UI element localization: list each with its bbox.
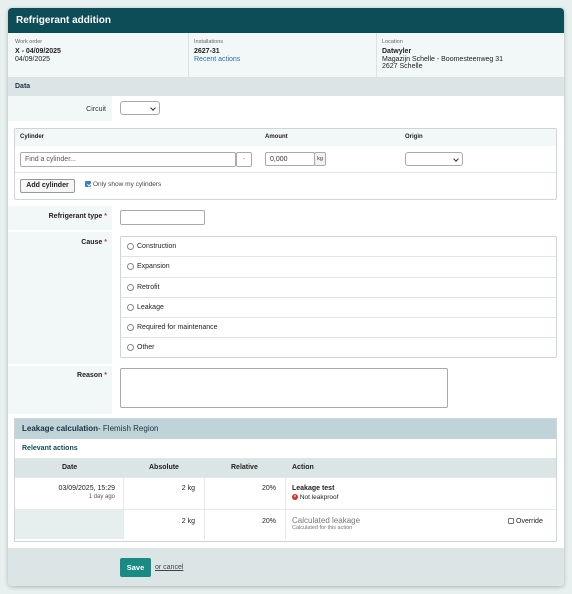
action-date: 03/09/2025, 15:29 — [58, 485, 115, 492]
page-title: Refrigerant addition — [8, 8, 564, 33]
location-block: Location Datwyler Magazijn Schelle - Boo… — [382, 39, 503, 70]
divider — [188, 33, 189, 77]
work-order-block: Work order X - 04/09/2025 04/09/2025 — [15, 39, 61, 63]
absolute-value: 2 kg — [181, 518, 195, 525]
save-button[interactable]: Save — [120, 558, 151, 577]
circuit-select[interactable] — [120, 101, 160, 115]
work-order-label: Work order — [15, 39, 43, 45]
refrigerant-type-row: Refrigerant type * — [8, 206, 564, 230]
cause-option[interactable]: Construction — [121, 237, 556, 258]
work-order-name: X - 04/09/2025 — [15, 48, 61, 55]
form-footer — [8, 548, 564, 586]
cause-option[interactable]: Leakage — [121, 298, 556, 319]
cause-option[interactable]: Other — [121, 338, 556, 358]
relative-value: 20% — [261, 485, 276, 492]
location-name: Datwyler — [382, 48, 412, 55]
override-checkbox[interactable] — [508, 518, 514, 525]
cylinder-header: Cylinder Amount Origin — [15, 129, 556, 146]
cause-label: Cause * — [81, 239, 107, 246]
calculated-leakage: Calculated leakage — [292, 516, 361, 525]
cause-option[interactable]: Retrofit — [121, 278, 556, 298]
col-amount: Amount — [265, 134, 288, 140]
relative-value: 20% — [261, 518, 276, 525]
cause-option[interactable]: Required for maintenance — [121, 318, 556, 339]
installations-block: Installations 2627-31 Recent actions — [194, 39, 240, 63]
work-order-date: 04/09/2025 — [15, 56, 51, 63]
radio-button[interactable] — [127, 263, 134, 271]
leakage-calculation: Leakage calculation- Flemish Region Rele… — [14, 418, 557, 542]
radio-button[interactable] — [127, 344, 134, 352]
radio-button[interactable] — [127, 243, 134, 250]
refrigerant-addition-panel: Refrigerant addition Work order X - 04/0… — [8, 8, 564, 586]
table-row: 03/09/2025, 15:29 1 day ago 2 kg 20% Lea… — [15, 477, 556, 509]
recent-actions-link[interactable]: Recent actions — [194, 56, 240, 63]
override-toggle[interactable]: Override — [508, 518, 543, 525]
installation-id: 2627-31 — [194, 48, 220, 55]
cylinder-table: Cylinder Amount Origin Find a cylinder..… — [14, 128, 557, 200]
data-section-header: Data — [8, 78, 564, 96]
radio-button[interactable] — [127, 303, 134, 311]
error-icon: × — [292, 494, 298, 501]
installations-label: Installations — [194, 39, 224, 45]
find-cylinder-input[interactable]: Find a cylinder... — [20, 152, 236, 167]
refrigerant-type-label: Refrigerant type * — [48, 213, 107, 220]
relevant-actions-title: Relevant actions — [15, 439, 556, 459]
calculated-leakage-sub: Calculated for this action — [292, 525, 353, 531]
leak-status: Not leakproof — [299, 494, 339, 501]
divider — [376, 33, 377, 77]
cause-option[interactable]: Expansion — [121, 257, 556, 278]
divider — [15, 172, 556, 173]
action-name: Leakage test — [292, 485, 335, 492]
only-my-cylinders-checkbox[interactable] — [85, 181, 91, 188]
cylinder-clear-button[interactable]: - — [236, 152, 252, 167]
info-header: Work order X - 04/09/2025 04/09/2025 Ins… — [8, 33, 564, 78]
col-cylinder: Cylinder — [20, 134, 45, 140]
only-my-cylinders[interactable]: Only show my cylinders — [85, 181, 161, 188]
origin-select[interactable] — [405, 152, 463, 166]
col-origin: Origin — [405, 134, 423, 140]
action-age: 1 day ago — [88, 494, 115, 500]
location-label: Location — [382, 39, 403, 45]
absolute-value: 2 kg — [181, 485, 195, 492]
leakage-table-header: Date Absolute Relative Action — [15, 459, 556, 477]
location-city: 2627 Schelle — [382, 63, 423, 70]
circuit-row: Circuit — [8, 96, 564, 122]
only-my-cylinders-label: Only show my cylinders — [93, 181, 162, 188]
location-address: Magazijn Schelle - Boomesteenweg 31 — [382, 56, 504, 63]
reason-label: Reason * — [77, 372, 107, 379]
refrigerant-type-input[interactable] — [120, 210, 205, 225]
reason-textarea[interactable] — [120, 368, 448, 408]
circuit-label: Circuit — [86, 106, 106, 113]
radio-button[interactable] — [127, 283, 134, 291]
amount-unit: kg — [314, 152, 326, 166]
leakage-header: Leakage calculation- Flemish Region — [15, 419, 556, 439]
cause-options: Construction Expansion Retrofit Leakage … — [120, 236, 557, 358]
add-cylinder-button[interactable]: Add cylinder — [20, 179, 75, 193]
amount-input[interactable]: 0,000 — [265, 152, 315, 166]
table-row: 2 kg 20% Calculated leakage Calculated f… — [15, 509, 556, 539]
cancel-link[interactable]: or cancel — [155, 564, 183, 571]
radio-button[interactable] — [127, 324, 134, 332]
